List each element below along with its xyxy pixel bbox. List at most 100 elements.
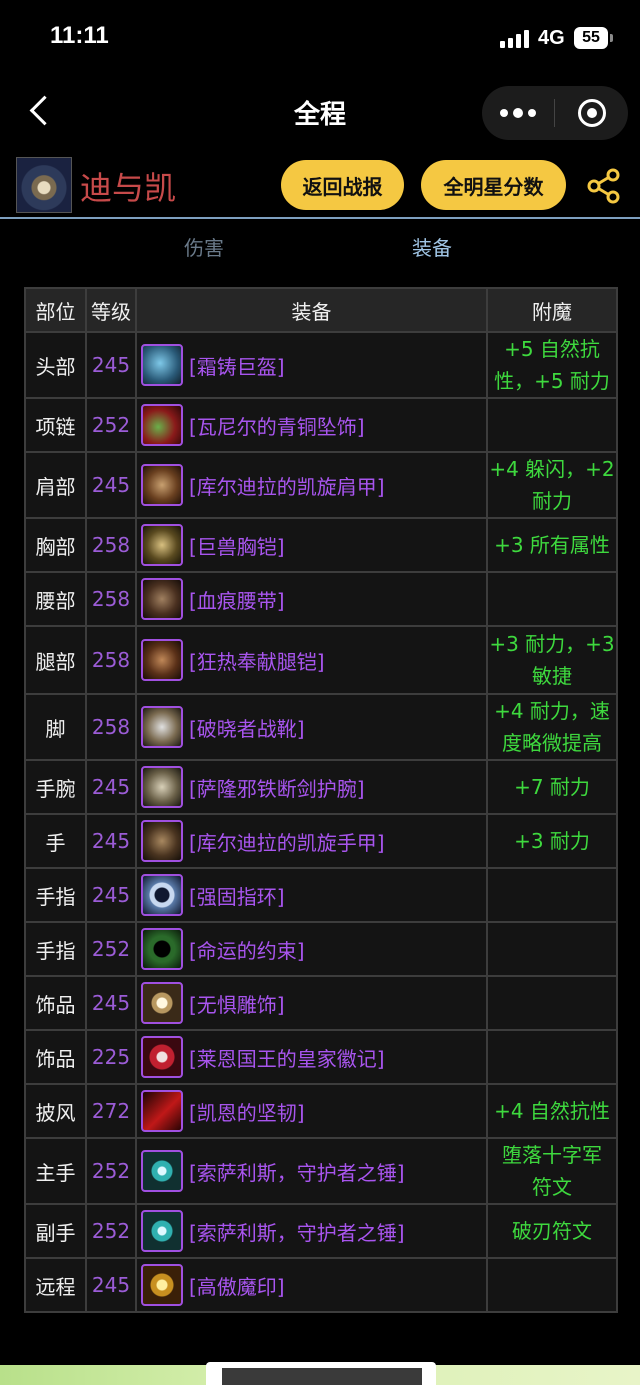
status-bar: 11:11 4G 55 — [0, 0, 640, 80]
slot-cell: 饰品 — [24, 1029, 87, 1085]
character-header: 迪与凯 返回战报 全明星分数 — [0, 150, 640, 220]
close-target-icon[interactable] — [555, 86, 627, 140]
table-row[interactable]: 饰品 225 [莱恩国王的皇家徽记] — [24, 1029, 618, 1085]
table-row[interactable]: 腿部 258 [狂热奉献腿铠] +3 耐力，+3 敏捷 — [24, 625, 618, 695]
table-row[interactable]: 腰部 258 [血痕腰带] — [24, 571, 618, 627]
item-name-link[interactable]: [索萨利斯，守护者之锤] — [189, 1217, 405, 1246]
level-cell: 245 — [85, 331, 137, 399]
item-cell[interactable]: [无惧雕饰] — [135, 975, 488, 1031]
slot-cell: 手腕 — [24, 759, 87, 815]
enchant-line: 符文 — [532, 1175, 572, 1199]
item-name-link[interactable]: [破晓者战靴] — [189, 713, 305, 742]
item-cell[interactable]: [命运的约束] — [135, 921, 488, 977]
level-cell: 252 — [85, 397, 137, 453]
table-row[interactable]: 脚 258 [破晓者战靴] +4 耐力，速 度略微提高 — [24, 693, 618, 761]
allstar-score-button[interactable]: 全明星分数 — [421, 160, 566, 210]
item-cell[interactable]: [莱恩国王的皇家徽记] — [135, 1029, 488, 1085]
level-cell: 258 — [85, 693, 137, 761]
item-cell[interactable]: [凯恩的坚韧] — [135, 1083, 488, 1139]
item-name-link[interactable]: [索萨利斯，守护者之锤] — [189, 1157, 405, 1186]
item-cell[interactable]: [巨兽胸铠] — [135, 517, 488, 573]
table-row[interactable]: 头部 245 [霜铸巨盔] +5 自然抗 性，+5 耐力 — [24, 331, 618, 399]
enchant-cell — [486, 571, 618, 627]
table-row[interactable]: 披风 272 [凯恩的坚韧] +4 自然抗性 — [24, 1083, 618, 1139]
item-cell[interactable]: [库尔迪拉的凯旋肩甲] — [135, 451, 488, 519]
item-name-link[interactable]: [莱恩国王的皇家徽记] — [189, 1043, 385, 1072]
bottom-thumbnail — [206, 1362, 436, 1385]
level-cell: 272 — [85, 1083, 137, 1139]
enchant-cell: +4 躲闪，+2 耐力 — [486, 451, 618, 519]
item-cell[interactable]: [狂热奉献腿铠] — [135, 625, 488, 695]
table-row[interactable]: 手腕 245 [萨隆邪铁断剑护腕] +7 耐力 — [24, 759, 618, 815]
slot-cell: 副手 — [24, 1203, 87, 1259]
table-row[interactable]: 手指 245 [强固指环] — [24, 867, 618, 923]
level-cell: 252 — [85, 1203, 137, 1259]
slot-cell: 腰部 — [24, 571, 87, 627]
item-cell[interactable]: [萨隆邪铁断剑护腕] — [135, 759, 488, 815]
item-name-link[interactable]: [无惧雕饰] — [189, 989, 285, 1018]
item-name-link[interactable]: [命运的约束] — [189, 935, 305, 964]
table-row[interactable]: 副手 252 [索萨利斯，守护者之锤] 破刃符文 — [24, 1203, 618, 1259]
item-name-link[interactable]: [凯恩的坚韧] — [189, 1097, 305, 1126]
enchant-cell: 堕落十字军 符文 — [486, 1137, 618, 1205]
equipment-table: 部位 等级 装备 附魔 头部 245 [霜铸巨盔] +5 自然抗 性，+5 耐力 项链 25… — [24, 287, 618, 1313]
table-row[interactable]: 手 245 [库尔迪拉的凯旋手甲] +3 耐力 — [24, 813, 618, 869]
item-cell[interactable]: [破晓者战靴] — [135, 693, 488, 761]
item-cell[interactable]: [血痕腰带] — [135, 571, 488, 627]
table-row[interactable]: 胸部 258 [巨兽胸铠] +3 所有属性 — [24, 517, 618, 573]
enchant-line: 度略微提高 — [502, 731, 602, 755]
table-header-row: 部位 等级 装备 附魔 — [24, 287, 618, 333]
item-name-link[interactable]: [血痕腰带] — [189, 585, 285, 614]
header-item: 装备 — [135, 287, 488, 333]
more-icon[interactable] — [482, 86, 554, 140]
level-cell: 245 — [85, 1257, 137, 1313]
item-cell[interactable]: [库尔迪拉的凯旋手甲] — [135, 813, 488, 869]
share-icon[interactable] — [586, 168, 622, 204]
item-cell[interactable]: [高傲魔印] — [135, 1257, 488, 1313]
boots-icon — [141, 706, 183, 748]
enchant-line: 堕落十字军 — [502, 1143, 602, 1167]
tab-equipment[interactable]: 装备 — [412, 232, 452, 261]
enchant-line: +7 耐力 — [514, 775, 590, 799]
item-cell[interactable]: [索萨利斯，守护者之锤] — [135, 1203, 488, 1259]
trinket-icon — [141, 982, 183, 1024]
table-row[interactable]: 远程 245 [高傲魔印] — [24, 1257, 618, 1313]
slot-cell: 远程 — [24, 1257, 87, 1313]
character-name: 迪与凯 — [80, 169, 177, 207]
item-name-link[interactable]: [库尔迪拉的凯旋肩甲] — [189, 471, 385, 500]
mace-icon — [141, 1210, 183, 1252]
back-to-report-button[interactable]: 返回战报 — [281, 160, 404, 210]
enchant-cell: 破刃符文 — [486, 1203, 618, 1259]
table-row[interactable]: 手指 252 [命运的约束] — [24, 921, 618, 977]
level-cell: 245 — [85, 451, 137, 519]
tab-damage[interactable]: 伤害 — [184, 232, 224, 261]
enchant-line: +4 躲闪，+2 — [489, 457, 615, 481]
table-row[interactable]: 主手 252 [索萨利斯，守护者之锤] 堕落十字军 符文 — [24, 1137, 618, 1205]
item-cell[interactable]: [强固指环] — [135, 867, 488, 923]
item-name-link[interactable]: [巨兽胸铠] — [189, 531, 285, 560]
item-cell[interactable]: [索萨利斯，守护者之锤] — [135, 1137, 488, 1205]
item-name-link[interactable]: [强固指环] — [189, 881, 285, 910]
item-name-link[interactable]: [瓦尼尔的青铜坠饰] — [189, 411, 365, 440]
slot-cell: 头部 — [24, 331, 87, 399]
item-name-link[interactable]: [库尔迪拉的凯旋手甲] — [189, 827, 385, 856]
slot-cell: 手 — [24, 813, 87, 869]
table-row[interactable]: 项链 252 [瓦尼尔的青铜坠饰] — [24, 397, 618, 453]
item-name-link[interactable]: [霜铸巨盔] — [189, 351, 285, 380]
table-row[interactable]: 饰品 245 [无惧雕饰] — [24, 975, 618, 1031]
item-name-link[interactable]: [狂热奉献腿铠] — [189, 646, 325, 675]
item-name-link[interactable]: [萨隆邪铁断剑护腕] — [189, 773, 365, 802]
item-cell[interactable]: [霜铸巨盔] — [135, 331, 488, 399]
battery-icon: 55 — [574, 27, 613, 49]
slot-cell: 主手 — [24, 1137, 87, 1205]
header-slot: 部位 — [24, 287, 87, 333]
enchant-line: +3 耐力 — [514, 829, 590, 853]
enchant-cell — [486, 867, 618, 923]
level-cell: 245 — [85, 813, 137, 869]
slot-cell: 手指 — [24, 921, 87, 977]
belt-icon — [141, 578, 183, 620]
item-cell[interactable]: [瓦尼尔的青铜坠饰] — [135, 397, 488, 453]
enchant-line: 敏捷 — [532, 664, 572, 688]
item-name-link[interactable]: [高傲魔印] — [189, 1271, 285, 1300]
table-row[interactable]: 肩部 245 [库尔迪拉的凯旋肩甲] +4 躲闪，+2 耐力 — [24, 451, 618, 519]
